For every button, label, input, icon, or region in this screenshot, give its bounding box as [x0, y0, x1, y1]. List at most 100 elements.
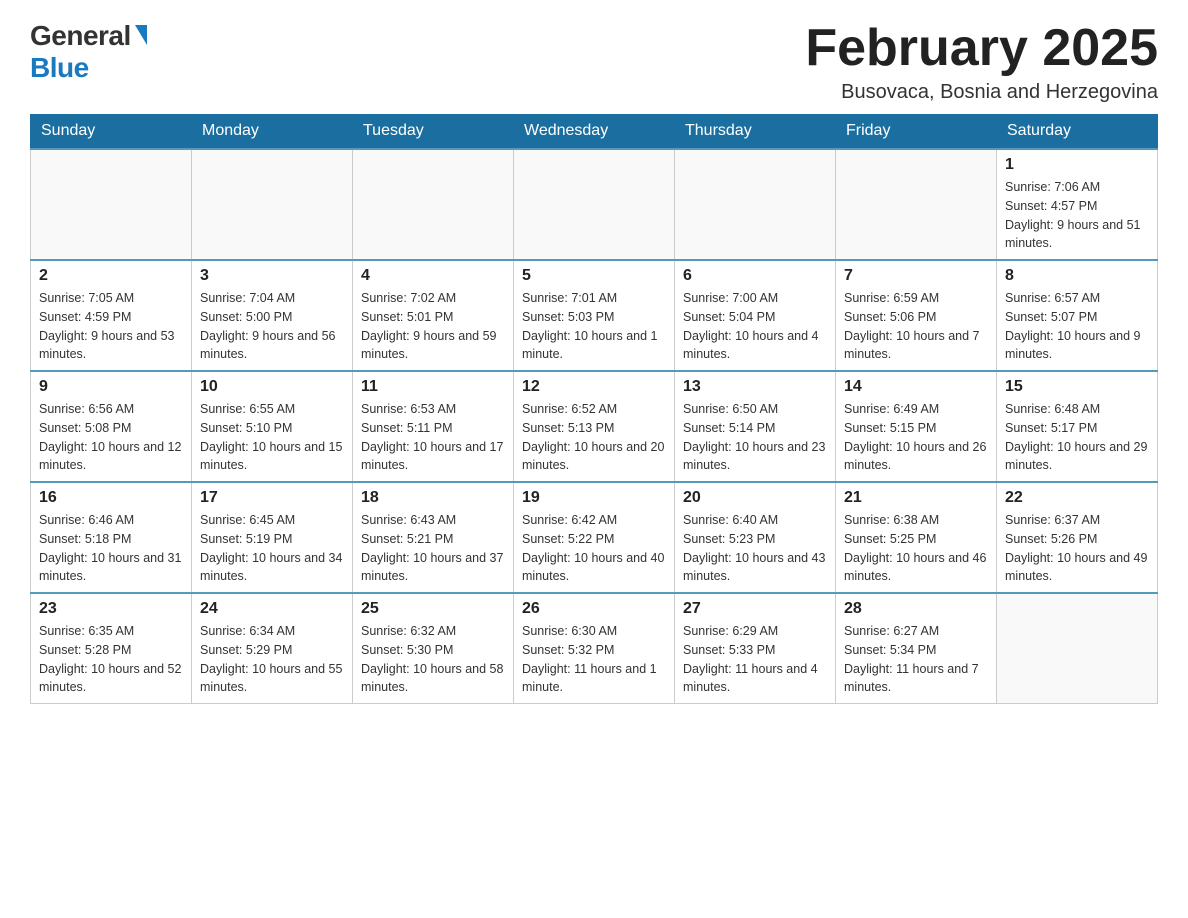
weekday-header-friday: Friday [836, 114, 997, 149]
calendar-cell: 2 Sunrise: 7:05 AM Sunset: 4:59 PM Daylig… [31, 260, 192, 371]
day-number: 25 [361, 600, 505, 618]
calendar-cell: 3 Sunrise: 7:04 AM Sunset: 5:00 PM Daylig… [192, 260, 353, 371]
logo-triangle-icon [135, 25, 147, 45]
day-number: 28 [844, 600, 988, 618]
day-number: 2 [39, 267, 183, 285]
calendar-week-row: 23 Sunrise: 6:35 AM Sunset: 5:28 PM Dayli… [31, 593, 1158, 704]
day-number: 21 [844, 489, 988, 507]
day-number: 14 [844, 378, 988, 396]
calendar-cell: 13 Sunrise: 6:50 AM Sunset: 5:14 PM Dayli… [675, 371, 836, 482]
day-number: 17 [200, 489, 344, 507]
day-number: 26 [522, 600, 666, 618]
calendar-cell: 25 Sunrise: 6:32 AM Sunset: 5:30 PM Dayli… [353, 593, 514, 704]
calendar-week-row: 1 Sunrise: 7:06 AM Sunset: 4:57 PM Daylig… [31, 149, 1158, 260]
day-info: Sunrise: 6:48 AM Sunset: 5:17 PM Dayligh… [1005, 400, 1149, 475]
day-info: Sunrise: 6:42 AM Sunset: 5:22 PM Dayligh… [522, 511, 666, 586]
calendar-cell: 6 Sunrise: 7:00 AM Sunset: 5:04 PM Daylig… [675, 260, 836, 371]
calendar-week-row: 2 Sunrise: 7:05 AM Sunset: 4:59 PM Daylig… [31, 260, 1158, 371]
calendar-cell: 28 Sunrise: 6:27 AM Sunset: 5:34 PM Dayli… [836, 593, 997, 704]
day-number: 8 [1005, 267, 1149, 285]
calendar-cell: 7Sunrise: 6:59 AM Sunset: 5:06 PM Daylig… [836, 260, 997, 371]
weekday-header-row: SundayMondayTuesdayWednesdayThursdayFrid… [31, 114, 1158, 149]
calendar-cell: 23 Sunrise: 6:35 AM Sunset: 5:28 PM Dayli… [31, 593, 192, 704]
day-info: Sunrise: 6:53 AM Sunset: 5:11 PM Dayligh… [361, 400, 505, 475]
calendar-cell: 26 Sunrise: 6:30 AM Sunset: 5:32 PM Dayli… [514, 593, 675, 704]
logo: General Blue [30, 20, 147, 84]
calendar-cell: 16Sunrise: 6:46 AM Sunset: 5:18 PM Dayli… [31, 482, 192, 593]
logo-general: General [30, 20, 131, 52]
day-info: Sunrise: 6:49 AM Sunset: 5:15 PM Dayligh… [844, 400, 988, 475]
day-info: Sunrise: 7:00 AM Sunset: 5:04 PM Dayligh… [683, 289, 827, 364]
day-number: 27 [683, 600, 827, 618]
day-number: 22 [1005, 489, 1149, 507]
day-number: 3 [200, 267, 344, 285]
calendar-week-row: 16Sunrise: 6:46 AM Sunset: 5:18 PM Dayli… [31, 482, 1158, 593]
title-block: February 2025 Busovaca, Bosnia and Herze… [805, 20, 1158, 104]
calendar-cell: 19 Sunrise: 6:42 AM Sunset: 5:22 PM Dayli… [514, 482, 675, 593]
calendar-cell [353, 149, 514, 260]
calendar-cell [675, 149, 836, 260]
calendar-cell: 5 Sunrise: 7:01 AM Sunset: 5:03 PM Daylig… [514, 260, 675, 371]
day-info: Sunrise: 6:59 AM Sunset: 5:06 PM Dayligh… [844, 289, 988, 364]
day-info: Sunrise: 6:40 AM Sunset: 5:23 PM Dayligh… [683, 511, 827, 586]
day-number: 6 [683, 267, 827, 285]
day-info: Sunrise: 6:38 AM Sunset: 5:25 PM Dayligh… [844, 511, 988, 586]
day-number: 18 [361, 489, 505, 507]
day-number: 24 [200, 600, 344, 618]
logo-blue: Blue [30, 52, 89, 84]
day-info: Sunrise: 6:52 AM Sunset: 5:13 PM Dayligh… [522, 400, 666, 475]
day-number: 5 [522, 267, 666, 285]
day-number: 9 [39, 378, 183, 396]
weekday-header-tuesday: Tuesday [353, 114, 514, 149]
day-number: 19 [522, 489, 666, 507]
day-info: Sunrise: 6:50 AM Sunset: 5:14 PM Dayligh… [683, 400, 827, 475]
calendar-cell [514, 149, 675, 260]
day-number: 23 [39, 600, 183, 618]
calendar-cell: 11 Sunrise: 6:53 AM Sunset: 5:11 PM Dayli… [353, 371, 514, 482]
day-number: 11 [361, 378, 505, 396]
day-info: Sunrise: 6:43 AM Sunset: 5:21 PM Dayligh… [361, 511, 505, 586]
day-info: Sunrise: 7:01 AM Sunset: 5:03 PM Dayligh… [522, 289, 666, 364]
day-info: Sunrise: 7:04 AM Sunset: 5:00 PM Dayligh… [200, 289, 344, 364]
page-header: General Blue February 2025 Busovaca, Bos… [30, 20, 1158, 104]
calendar-cell: 17 Sunrise: 6:45 AM Sunset: 5:19 PM Dayli… [192, 482, 353, 593]
calendar-cell: 21 Sunrise: 6:38 AM Sunset: 5:25 PM Dayli… [836, 482, 997, 593]
calendar-cell: 9 Sunrise: 6:56 AM Sunset: 5:08 PM Daylig… [31, 371, 192, 482]
day-info: Sunrise: 7:05 AM Sunset: 4:59 PM Dayligh… [39, 289, 183, 364]
calendar-cell: 20Sunrise: 6:40 AM Sunset: 5:23 PM Dayli… [675, 482, 836, 593]
day-info: Sunrise: 6:45 AM Sunset: 5:19 PM Dayligh… [200, 511, 344, 586]
day-info: Sunrise: 6:55 AM Sunset: 5:10 PM Dayligh… [200, 400, 344, 475]
day-info: Sunrise: 6:30 AM Sunset: 5:32 PM Dayligh… [522, 622, 666, 697]
calendar-cell: 24Sunrise: 6:34 AM Sunset: 5:29 PM Dayli… [192, 593, 353, 704]
weekday-header-wednesday: Wednesday [514, 114, 675, 149]
calendar-cell [31, 149, 192, 260]
calendar-cell: 4Sunrise: 7:02 AM Sunset: 5:01 PM Daylig… [353, 260, 514, 371]
calendar-cell: 22 Sunrise: 6:37 AM Sunset: 5:26 PM Dayli… [997, 482, 1158, 593]
calendar-cell [836, 149, 997, 260]
day-info: Sunrise: 6:27 AM Sunset: 5:34 PM Dayligh… [844, 622, 988, 697]
day-info: Sunrise: 6:37 AM Sunset: 5:26 PM Dayligh… [1005, 511, 1149, 586]
day-number: 15 [1005, 378, 1149, 396]
calendar-cell [192, 149, 353, 260]
day-info: Sunrise: 6:35 AM Sunset: 5:28 PM Dayligh… [39, 622, 183, 697]
calendar-cell [997, 593, 1158, 704]
weekday-header-thursday: Thursday [675, 114, 836, 149]
day-number: 16 [39, 489, 183, 507]
calendar-cell: 14 Sunrise: 6:49 AM Sunset: 5:15 PM Dayli… [836, 371, 997, 482]
calendar-cell: 1 Sunrise: 7:06 AM Sunset: 4:57 PM Daylig… [997, 149, 1158, 260]
calendar-week-row: 9 Sunrise: 6:56 AM Sunset: 5:08 PM Daylig… [31, 371, 1158, 482]
day-info: Sunrise: 6:32 AM Sunset: 5:30 PM Dayligh… [361, 622, 505, 697]
day-number: 1 [1005, 156, 1149, 174]
calendar-cell: 27Sunrise: 6:29 AM Sunset: 5:33 PM Dayli… [675, 593, 836, 704]
day-info: Sunrise: 6:56 AM Sunset: 5:08 PM Dayligh… [39, 400, 183, 475]
day-info: Sunrise: 7:06 AM Sunset: 4:57 PM Dayligh… [1005, 178, 1149, 253]
calendar-cell: 18 Sunrise: 6:43 AM Sunset: 5:21 PM Dayli… [353, 482, 514, 593]
day-number: 13 [683, 378, 827, 396]
calendar-cell: 8Sunrise: 6:57 AM Sunset: 5:07 PM Daylig… [997, 260, 1158, 371]
calendar-cell: 12Sunrise: 6:52 AM Sunset: 5:13 PM Dayli… [514, 371, 675, 482]
day-number: 4 [361, 267, 505, 285]
weekday-header-sunday: Sunday [31, 114, 192, 149]
calendar-cell: 15 Sunrise: 6:48 AM Sunset: 5:17 PM Dayli… [997, 371, 1158, 482]
calendar-table: SundayMondayTuesdayWednesdayThursdayFrid… [30, 114, 1158, 704]
day-number: 10 [200, 378, 344, 396]
